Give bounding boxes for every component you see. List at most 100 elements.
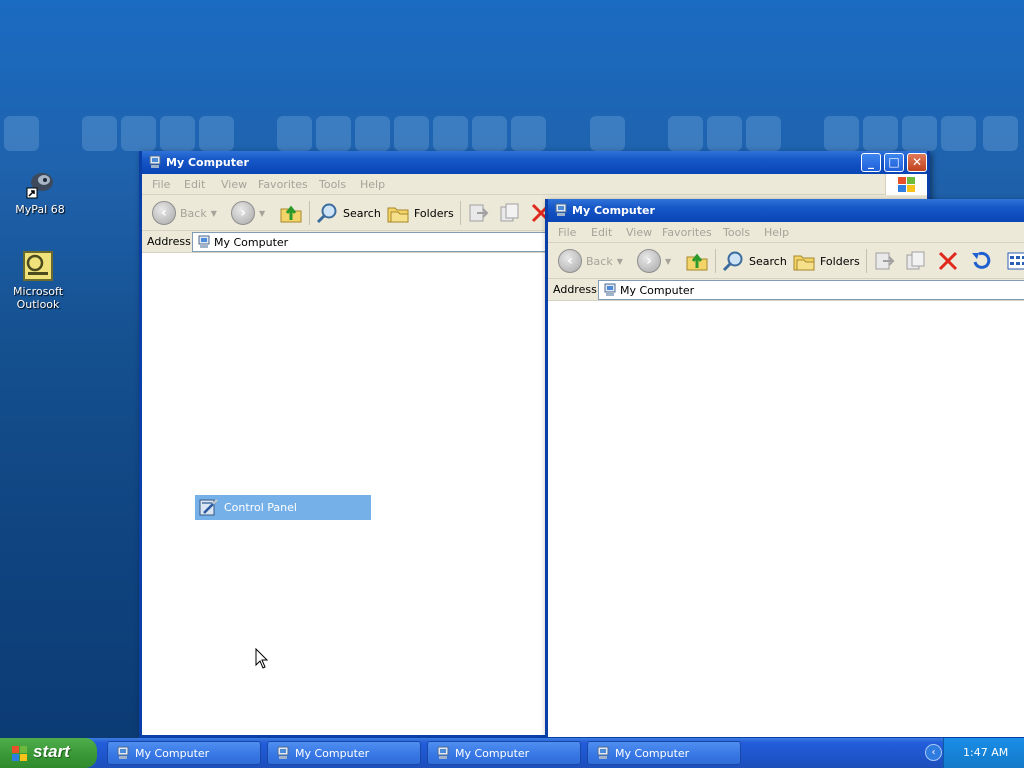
menu-bar: File Edit View Favorites Tools Help [548,222,1024,243]
desktop-icon-mypal[interactable]: MyPal 68 [2,168,78,216]
wallpaper-tile [472,116,507,151]
folders-icon [387,207,409,223]
my-computer-window-front[interactable]: My Computer File Edit View Favorites Too… [545,199,1024,740]
taskbar-button-label: My Computer [295,747,370,760]
desktop-icon-outlook[interactable]: Microsoft Outlook [0,250,76,311]
menu-help[interactable]: Help [360,178,385,191]
title-bar[interactable]: My Computer _ □ ✕ [142,151,927,174]
wallpaper-tile [160,116,195,151]
forward-arrow-icon: › [231,201,255,225]
menu-bar: File Edit View Favorites Tools Help [142,174,927,195]
move-to-icon [875,252,895,270]
wallpaper-tile [941,116,976,151]
address-bar: Address My Computer [548,279,1024,301]
menu-view[interactable]: View [626,226,652,239]
my-computer-icon [604,283,616,296]
up-button[interactable] [685,248,709,274]
close-button[interactable]: ✕ [907,153,927,172]
wallpaper-tile [394,116,429,151]
menu-tools[interactable]: Tools [723,226,750,239]
show-hidden-icons-button[interactable]: ‹ [925,744,942,761]
taskbar-button-label: My Computer [615,747,690,760]
menu-favorites[interactable]: Favorites [662,226,712,239]
wallpaper-tile [902,116,937,151]
standard-toolbar: ‹ Back ▼ › ▼ Search Folders [548,243,1024,279]
taskbar-button-my-computer[interactable]: My Computer [587,741,741,765]
back-button[interactable]: ‹ Back ▼ [152,200,217,226]
taskbar-button-my-computer[interactable]: My Computer [267,741,421,765]
wallpaper-tile [668,116,703,151]
folders-label: Folders [414,206,454,220]
back-arrow-icon: ‹ [152,201,176,225]
my-computer-icon [555,203,567,216]
control-panel-item[interactable]: Control Panel [195,495,371,520]
move-to-button[interactable] [873,248,897,274]
move-to-icon [469,204,489,222]
taskbar: start My Computer My Computer My Compute… [0,738,1024,768]
menu-help[interactable]: Help [764,226,789,239]
delete-button[interactable] [937,248,959,274]
search-button[interactable]: Search [721,248,787,274]
minimize-button[interactable]: _ [861,153,881,172]
copy-to-icon [500,203,519,222]
menu-view[interactable]: View [221,178,247,191]
taskbar-button-my-computer[interactable]: My Computer [107,741,261,765]
search-icon [316,203,337,224]
wallpaper-tile [983,116,1018,151]
menu-edit[interactable]: Edit [591,226,612,239]
back-arrow-icon: ‹ [558,249,582,273]
menu-edit[interactable]: Edit [184,178,205,191]
forward-arrow-icon: › [637,249,661,273]
maximize-button[interactable]: □ [884,153,904,172]
outlook-icon [23,251,53,281]
delete-x-icon [938,251,958,271]
taskbar-button-my-computer[interactable]: My Computer [427,741,581,765]
copy-to-button[interactable] [498,200,522,226]
file-view[interactable] [548,302,1024,737]
windows-logo-icon [885,174,927,195]
wallpaper-tile [121,116,156,151]
my-computer-icon [437,746,449,759]
windows-flag-icon [12,746,27,761]
views-icon [1007,252,1024,270]
menu-file[interactable]: File [152,178,170,191]
my-computer-icon [198,235,210,248]
folder-up-icon [686,253,708,271]
system-tray: ‹ 1:47 AM [925,738,1024,768]
folders-button[interactable]: Folders [792,248,860,274]
my-computer-icon [277,746,289,759]
search-button[interactable]: Search [315,200,381,226]
wallpaper-tile [863,116,898,151]
move-to-button[interactable] [467,200,491,226]
clock[interactable]: 1:47 AM [963,746,1008,759]
control-panel-label: Control Panel [224,501,297,514]
mypal-shortcut-icon [26,173,53,199]
my-computer-icon [117,746,129,759]
menu-file[interactable]: File [558,226,576,239]
menu-favorites[interactable]: Favorites [258,178,308,191]
back-label: Back [180,206,207,220]
back-label: Back [586,254,613,268]
menu-tools[interactable]: Tools [319,178,346,191]
address-label: Address [553,283,597,296]
window-title: My Computer [166,156,249,169]
folders-button[interactable]: Folders [386,200,454,226]
copy-to-button[interactable] [904,248,928,274]
start-button[interactable]: start [0,738,97,768]
search-label: Search [749,254,787,268]
address-field[interactable]: My Computer [598,280,1024,300]
undo-button[interactable] [969,248,993,274]
wallpaper-tile [511,116,546,151]
my-computer-icon [597,746,609,759]
up-button[interactable] [279,200,303,226]
views-button[interactable] [1006,248,1024,274]
title-bar[interactable]: My Computer [548,199,1024,222]
back-button[interactable]: ‹ Back ▼ [558,248,623,274]
wallpaper-tile [316,116,351,151]
taskbar-button-label: My Computer [455,747,530,760]
forward-button[interactable]: › ▼ [231,200,265,226]
mouse-pointer-icon [255,648,269,669]
toolbar-separator [866,249,867,273]
forward-button[interactable]: › ▼ [637,248,671,274]
window-title: My Computer [572,204,655,217]
